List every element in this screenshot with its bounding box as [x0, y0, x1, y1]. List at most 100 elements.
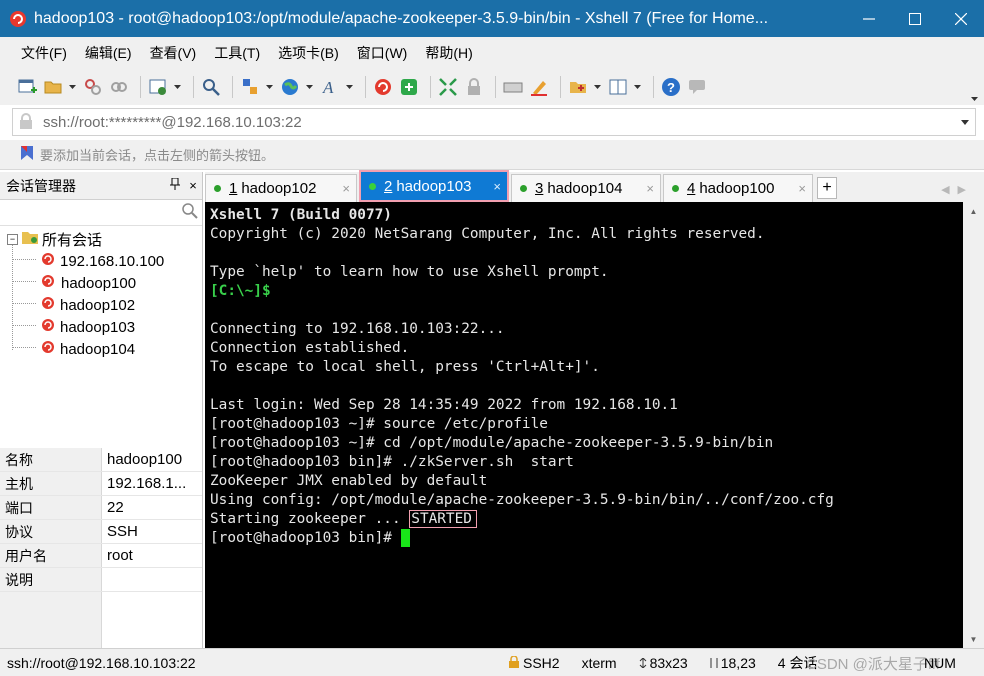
open-folder-icon[interactable] [42, 76, 64, 98]
chevron-down-icon[interactable] [345, 76, 353, 98]
scroll-up-icon[interactable]: ▲ [963, 202, 984, 220]
keyboard-icon[interactable] [502, 76, 524, 98]
toolbar-separator [140, 76, 141, 98]
menu-help[interactable]: 帮助(H) [416, 39, 481, 67]
property-row: 协议 SSH [0, 520, 202, 544]
minimize-button[interactable] [846, 0, 892, 37]
terminal-local-prompt: [C:\~]$ [210, 283, 271, 299]
terminal[interactable]: Xshell 7 (Build 0077) Copyright (c) 2020… [205, 202, 963, 648]
toolbar-separator [560, 76, 561, 98]
tab-hadoop100[interactable]: 4 hadoop100 × [663, 174, 813, 202]
font-icon[interactable]: A [319, 76, 341, 98]
terminal-line: [root@hadoop103 bin]# ./zkServer.sh star… [210, 454, 574, 470]
tree-root-all-sessions[interactable]: − 所有会话 [0, 228, 202, 250]
globe-icon[interactable] [279, 76, 301, 98]
svg-text:A: A [322, 78, 334, 97]
property-row: 用户名 root [0, 544, 202, 568]
chevron-down-icon[interactable] [265, 76, 273, 98]
xshell-icon[interactable] [372, 76, 394, 98]
fullscreen-icon[interactable] [437, 76, 459, 98]
chevron-down-icon[interactable] [633, 76, 641, 98]
property-key: 说明 [0, 568, 102, 591]
connected-status-dot [672, 185, 679, 192]
toolbar: A ? [0, 69, 984, 105]
chevron-down-icon[interactable] [173, 76, 181, 98]
layout-icon[interactable] [607, 76, 629, 98]
maximize-button[interactable] [892, 0, 938, 37]
property-key: 名称 [0, 448, 102, 471]
lock-icon[interactable] [463, 76, 485, 98]
tab-close-icon[interactable]: × [646, 181, 654, 196]
svg-text:?: ? [667, 80, 675, 95]
property-row: 说明 [0, 568, 202, 592]
search-icon[interactable] [182, 203, 198, 222]
tab-scroll-arrows[interactable]: ◀▶ [941, 183, 974, 196]
session-search-input[interactable] [0, 200, 202, 226]
session-icon [40, 339, 56, 359]
terminal-scrollbar[interactable]: ▲ ▼ [963, 202, 984, 648]
address-dropdown-icon[interactable] [955, 119, 975, 125]
properties-icon[interactable] [147, 76, 169, 98]
session-item[interactable]: hadoop103 [0, 316, 202, 338]
address-bar[interactable]: ssh://root:*********@192.168.10.103:22 [12, 108, 976, 136]
tab-close-icon[interactable]: × [342, 181, 350, 196]
connected-status-dot [369, 182, 376, 190]
chevron-down-icon[interactable] [305, 76, 313, 98]
add-folder-icon[interactable] [567, 76, 589, 98]
tab-close-icon[interactable]: × [798, 181, 806, 196]
chevron-down-icon[interactable] [68, 76, 76, 98]
property-value: SSH [107, 523, 138, 540]
address-input[interactable]: ssh://root:*********@192.168.10.103:22 [43, 114, 955, 131]
tab-hadoop103[interactable]: 2 hadoop103 × [359, 170, 509, 202]
terminal-line: Connecting to 192.168.10.103:22... [210, 321, 505, 337]
collapse-icon[interactable]: − [7, 233, 18, 245]
tab-number: 2 [384, 177, 393, 195]
folder-icon [22, 230, 38, 248]
menu-window[interactable]: 窗口(W) [348, 39, 417, 67]
menu-tools[interactable]: 工具(T) [205, 39, 269, 67]
session-item[interactable]: hadoop104 [0, 338, 202, 360]
xftp-icon[interactable] [398, 76, 420, 98]
panel-close-icon[interactable]: × [184, 178, 202, 193]
property-value: hadoop100 [107, 451, 183, 468]
toolbar-overflow-icon[interactable] [971, 88, 978, 104]
tab-hadoop104[interactable]: 3 hadoop104 × [511, 174, 661, 202]
terminal-cursor [400, 529, 410, 547]
menu-view[interactable]: 查看(V) [141, 39, 206, 67]
help-icon[interactable]: ? [660, 76, 682, 98]
connected-status-dot [520, 185, 527, 192]
property-value: root [107, 547, 133, 564]
menu-tab[interactable]: 选项卡(B) [269, 39, 348, 67]
disconnect-icon[interactable] [82, 76, 104, 98]
bookmark-arrow-icon[interactable] [20, 145, 34, 164]
highlight-icon[interactable] [528, 76, 550, 98]
terminal-line: [root@hadoop103 ~]# source /etc/profile [210, 416, 548, 432]
tab-close-icon[interactable]: × [493, 179, 501, 194]
session-properties-table: 名称 hadoop100 主机 192.168.1... 端口 22 协议 SS… [0, 448, 202, 668]
chevron-down-icon[interactable] [593, 76, 601, 98]
reconnect-icon[interactable] [108, 76, 130, 98]
session-item-selected[interactable]: hadoop100 [0, 272, 202, 294]
new-session-icon[interactable] [16, 76, 38, 98]
menu-edit[interactable]: 编辑(E) [76, 39, 141, 67]
tab-hadoop102[interactable]: 1 hadoop102 × [205, 174, 357, 202]
chat-icon[interactable] [686, 76, 708, 98]
find-icon[interactable] [200, 76, 222, 98]
hint-text: 要添加当前会话，点击左侧的箭头按钮。 [40, 148, 275, 163]
terminal-line: [root@hadoop103 ~]# cd /opt/module/apach… [210, 435, 774, 451]
session-item[interactable]: 192.168.10.100 [0, 250, 202, 272]
session-manager-title: 会话管理器 [6, 177, 76, 194]
session-item[interactable]: hadoop102 [0, 294, 202, 316]
transfer-icon[interactable] [239, 76, 261, 98]
new-tab-button[interactable]: + [817, 177, 837, 199]
menu-file[interactable]: 文件(F) [12, 39, 76, 67]
pin-icon[interactable] [166, 177, 184, 193]
tree-root-label: 所有会话 [42, 231, 103, 249]
property-key: 主机 [0, 472, 102, 495]
status-protocol: SSH2 [498, 655, 571, 671]
close-button[interactable] [938, 0, 984, 37]
scroll-down-icon[interactable]: ▼ [963, 630, 984, 648]
session-label: hadoop103 [60, 318, 136, 336]
